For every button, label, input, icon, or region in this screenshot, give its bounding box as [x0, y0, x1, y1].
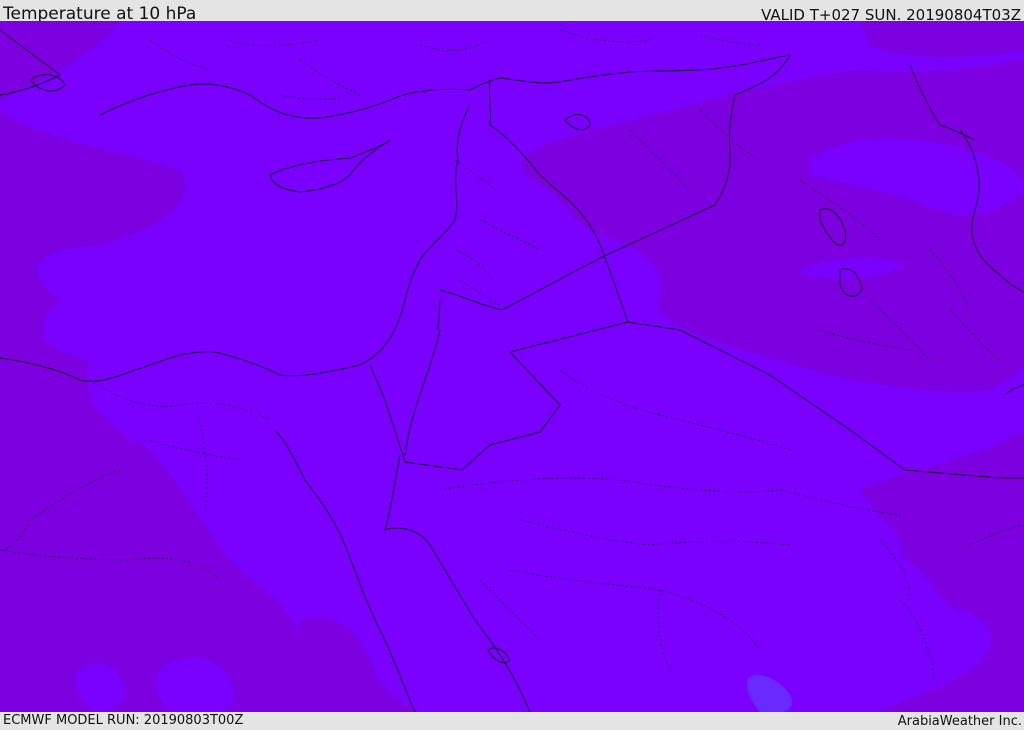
model-run-label: ECMWF MODEL RUN: 20190803T00Z: [3, 713, 244, 728]
weather-map-frame: Temperature at 10 hPa VALID T+027 SUN. 2…: [0, 0, 1024, 729]
temperature-map: [0, 21, 1024, 712]
header-bar: Temperature at 10 hPa VALID T+027 SUN. 2…: [0, 0, 1024, 24]
footer-bar: ECMWF MODEL RUN: 20190803T00Z ArabiaWeat…: [0, 712, 1024, 729]
provider-credit: ArabiaWeather Inc.: [897, 714, 1022, 729]
